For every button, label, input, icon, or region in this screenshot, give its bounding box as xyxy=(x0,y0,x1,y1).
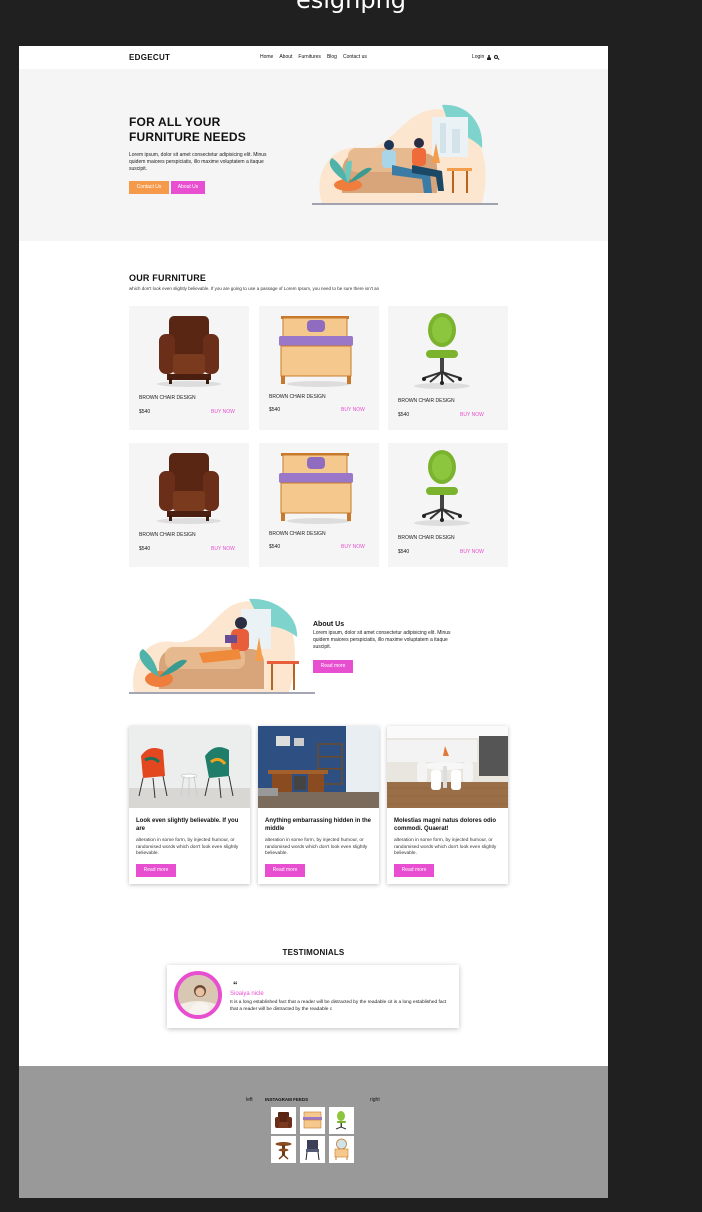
instagram-thumb-office-chair[interactable] xyxy=(329,1107,354,1134)
product-card[interactable]: BROWN CHAIR DESIGN $540 BUY NOW xyxy=(129,306,249,430)
bed-image xyxy=(279,316,353,387)
about-us-button[interactable]: About Us xyxy=(171,181,205,194)
blog-card[interactable]: Anything embarrassing hidden in the midd… xyxy=(258,726,379,884)
furniture-title: OUR FURNITURE xyxy=(129,273,207,283)
quote-icon: “ xyxy=(233,980,238,990)
site-footer: left INSTAGRAM FEEDS right xyxy=(19,1066,608,1198)
buy-now-link[interactable]: BUY NOW xyxy=(341,407,365,413)
instagram-thumb-dining-chair[interactable] xyxy=(300,1136,325,1163)
product-price: $540 xyxy=(398,412,410,418)
about-read-more-button[interactable]: Read more xyxy=(313,660,353,673)
blog-read-more-button[interactable]: Read more xyxy=(394,864,434,877)
instagram-thumb-bed[interactable] xyxy=(300,1107,325,1134)
footer-left: left xyxy=(246,1097,253,1103)
hero-title-line2: FURNITURE NEEDS xyxy=(129,130,247,144)
buy-now-link[interactable]: BUY NOW xyxy=(460,412,484,418)
product-name: BROWN CHAIR DESIGN xyxy=(398,535,455,541)
product-name: BROWN CHAIR DESIGN xyxy=(269,531,326,537)
main-nav: Home About Furnitures Blog Contact us xyxy=(260,54,367,60)
office-chair-image xyxy=(414,313,470,389)
instagram-thumb-armchair[interactable] xyxy=(271,1107,296,1134)
blog-card[interactable]: Molestias magni natus dolores odio commo… xyxy=(387,726,508,884)
site-logo[interactable]: EDGECUT xyxy=(129,53,170,62)
blog-text: alteration in some form, by injected hum… xyxy=(265,838,368,856)
product-card[interactable]: BROWN CHAIR DESIGN $540 BUY NOW xyxy=(259,443,379,567)
furniture-subtitle: which don't look even slightly believabl… xyxy=(129,286,380,291)
blog-card[interactable]: Look even slightly believable. If you ar… xyxy=(129,726,250,884)
product-card[interactable]: BROWN CHAIR DESIGN $540 BUY NOW xyxy=(388,306,508,430)
webpage: EDGECUT Home About Furnitures Blog Conta… xyxy=(19,46,608,1198)
product-price: $540 xyxy=(269,544,281,550)
testimonial-card: “ Sioaiya nicle It is a long established… xyxy=(167,965,459,1028)
about-title: About Us xyxy=(313,621,345,628)
buy-now-link[interactable]: BUY NOW xyxy=(211,409,235,415)
buy-now-link[interactable]: BUY NOW xyxy=(341,544,365,550)
nav-home[interactable]: Home xyxy=(260,54,273,60)
user-icon[interactable] xyxy=(487,54,492,60)
avatar xyxy=(174,971,222,1019)
blog-image xyxy=(387,726,508,808)
instagram-feeds-title: INSTAGRAM FEEDS xyxy=(265,1097,309,1102)
product-card[interactable]: BROWN CHAIR DESIGN $540 BUY NOW xyxy=(388,443,508,567)
instagram-thumb-side-table[interactable] xyxy=(271,1136,296,1163)
testimonial-author: Sioaiya nicle xyxy=(230,991,264,997)
testimonial-text: It is a long established fact that a rea… xyxy=(230,1000,447,1012)
footer-right: right xyxy=(370,1097,380,1103)
office-chair-image xyxy=(414,450,470,526)
nav-about[interactable]: About xyxy=(279,54,292,60)
blog-title[interactable]: Molestias magni natus dolores odio commo… xyxy=(394,817,504,833)
product-price: $540 xyxy=(269,407,281,413)
contact-us-button[interactable]: Contact Us xyxy=(129,181,169,194)
blog-read-more-button[interactable]: Read more xyxy=(265,864,305,877)
nav-contact[interactable]: Contact us xyxy=(343,54,367,60)
login-link[interactable]: Login xyxy=(472,54,484,60)
product-name: BROWN CHAIR DESIGN xyxy=(139,532,196,538)
product-card[interactable]: BROWN CHAIR DESIGN $540 BUY NOW xyxy=(129,443,249,567)
blog-image xyxy=(258,726,379,808)
buy-now-link[interactable]: BUY NOW xyxy=(211,546,235,552)
product-price: $540 xyxy=(139,546,151,552)
window-filename: esignpng xyxy=(295,0,407,14)
product-name: BROWN CHAIR DESIGN xyxy=(139,395,196,401)
blog-title[interactable]: Look even slightly believable. If you ar… xyxy=(136,817,246,833)
nav-furnitures[interactable]: Furnitures xyxy=(298,54,321,60)
blog-text: alteration in some form, by injected hum… xyxy=(136,838,239,856)
armchair-image xyxy=(157,453,221,524)
product-price: $540 xyxy=(398,549,410,555)
blog-text: alteration in some form, by injected hum… xyxy=(394,838,497,856)
hero-text: Lorem ipsum, dolor sit amet consectetur … xyxy=(129,152,267,172)
instagram-thumb-dresser[interactable] xyxy=(329,1136,354,1163)
hero-illustration xyxy=(312,104,498,205)
about-text: Lorem ipsum, dolor sit amet consectetur … xyxy=(313,630,451,650)
product-name: BROWN CHAIR DESIGN xyxy=(398,398,455,404)
login-area: Login xyxy=(472,54,499,60)
site-header: EDGECUT Home About Furnitures Blog Conta… xyxy=(19,46,608,69)
hero-section: FOR ALL YOUR FURNITURE NEEDS Lorem ipsum… xyxy=(19,69,608,241)
about-illustration xyxy=(129,598,315,694)
product-name: BROWN CHAIR DESIGN xyxy=(269,394,326,400)
product-card[interactable]: BROWN CHAIR DESIGN $540 BUY NOW xyxy=(259,306,379,430)
armchair-image xyxy=(157,316,221,387)
hero-title: FOR ALL YOUR FURNITURE NEEDS xyxy=(129,115,289,145)
bed-image xyxy=(279,453,353,524)
testimonials-title: TESTIMONIALS xyxy=(282,948,345,957)
blog-title[interactable]: Anything embarrassing hidden in the midd… xyxy=(265,817,375,833)
hero-title-line1: FOR ALL YOUR xyxy=(129,115,221,129)
product-price: $540 xyxy=(139,409,151,415)
blog-image xyxy=(129,726,250,808)
buy-now-link[interactable]: BUY NOW xyxy=(460,549,484,555)
nav-blog[interactable]: Blog xyxy=(327,54,337,60)
search-icon[interactable] xyxy=(494,55,499,59)
blog-read-more-button[interactable]: Read more xyxy=(136,864,176,877)
